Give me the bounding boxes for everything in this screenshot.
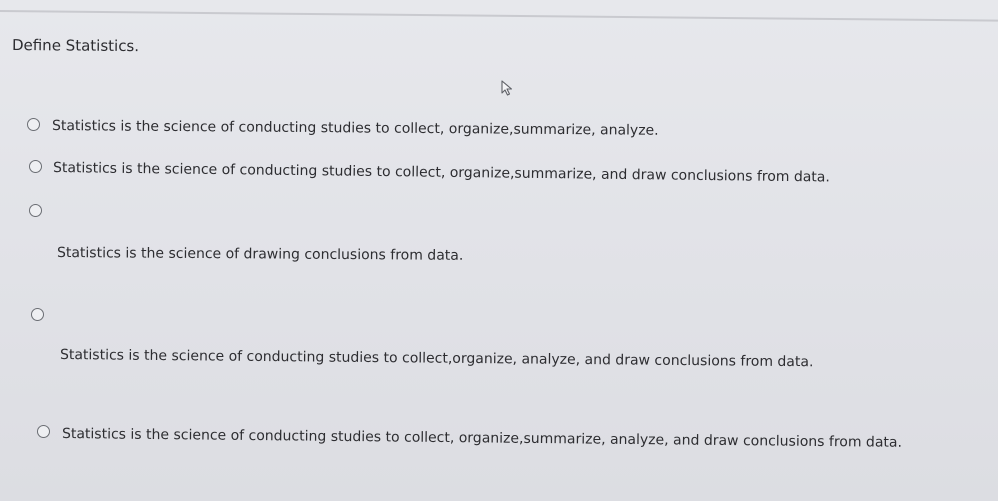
option-4-label: Statistics is the science of conducting … [59,347,814,371]
top-divider [0,10,998,22]
option-1-label: Statistics is the science of conducting … [51,118,659,139]
question-prompt: Define Statistics. [11,36,140,56]
radio-option-3[interactable] [29,204,42,217]
mouse-pointer-icon [501,80,513,96]
option-3-label: Statistics is the science of drawing con… [56,245,464,264]
option-2-label: Statistics is the science of conducting … [52,160,830,186]
radio-option-2[interactable] [29,160,42,173]
radio-option-1[interactable] [27,118,40,131]
radio-option-4[interactable] [31,308,44,321]
option-5-label: Statistics is the science of conducting … [61,426,903,451]
radio-option-5[interactable] [37,425,50,438]
